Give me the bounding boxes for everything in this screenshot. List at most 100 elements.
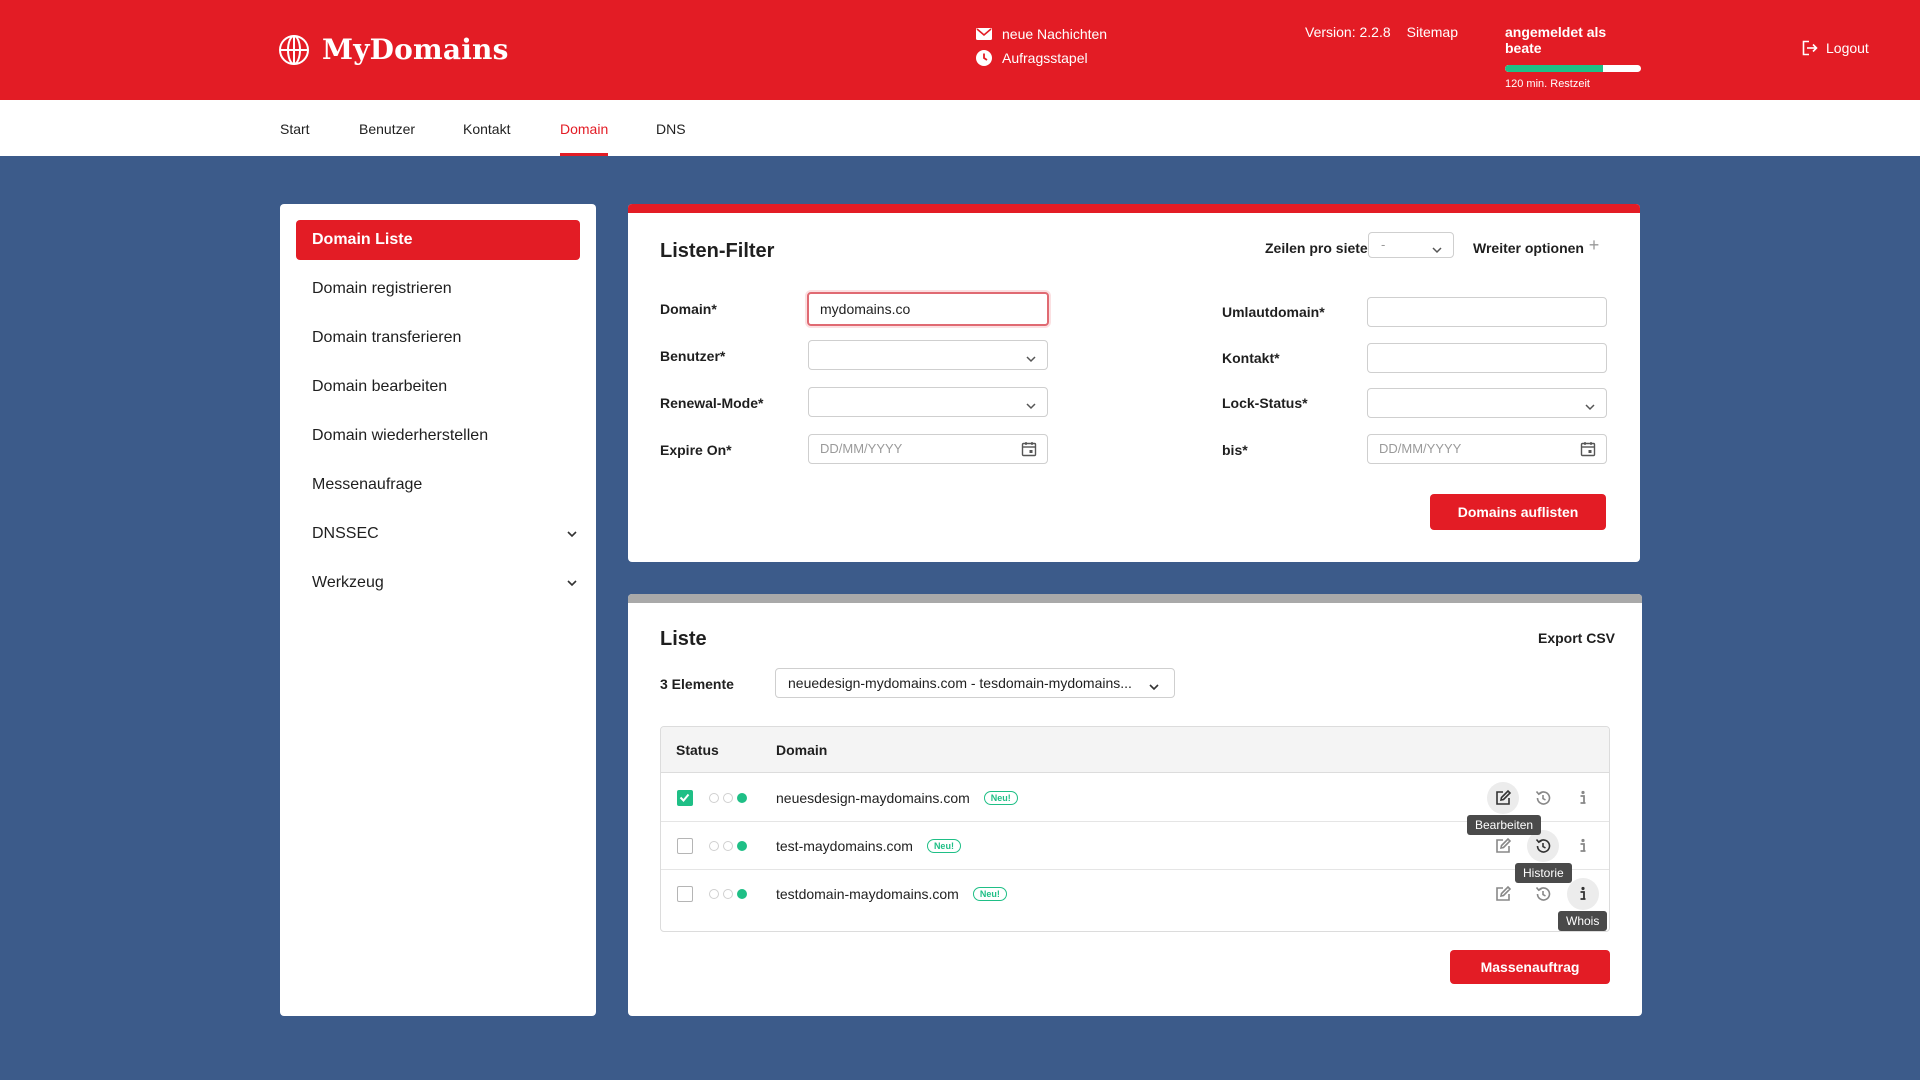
element-count: 3 Elemente [660, 676, 734, 692]
filter-title: Listen-Filter [660, 240, 775, 262]
domain-name-text: neuesdesign-maydomains.com [776, 790, 970, 806]
to-date-input[interactable]: DD/MM/YYYY [1367, 434, 1607, 464]
selection-value: neuedesign-mydomains.com - tesdomain-myd… [788, 675, 1132, 691]
row-checkbox[interactable] [677, 886, 693, 902]
sidebar-item-label: Domain bearbeiten [312, 378, 448, 395]
top-bar: MyDomains neue Nachichten Aufragsstapel … [0, 0, 1920, 100]
table-row: testdomain-maydomains.com Neu! [661, 870, 1609, 918]
domain-name[interactable]: testdomain-maydomains.com Neu! [776, 870, 1007, 918]
sitemap-link[interactable]: Sitemap [1407, 24, 1458, 40]
column-domain[interactable]: Domain [776, 727, 827, 773]
sidebar-item-label: Domain Liste [312, 231, 413, 248]
umlautdomain-input[interactable] [1367, 297, 1607, 327]
main-nav: Start Benutzer Kontakt Domain DNS [0, 100, 1920, 156]
status-dot [709, 793, 719, 803]
nav-dns[interactable]: DNS [656, 100, 686, 156]
sidebar-item-messenaufrage[interactable]: Messenaufrage [296, 465, 580, 505]
chevron-down-icon [1148, 678, 1160, 696]
checkmark-icon [679, 793, 690, 802]
sidebar-item-domain-liste[interactable]: Domain Liste [296, 220, 580, 260]
messages-link[interactable]: neue Nachichten [976, 22, 1107, 46]
logo-text: MyDomains [322, 33, 509, 66]
session-progress-bar [1505, 65, 1641, 72]
logout-button[interactable]: Logout [1802, 40, 1869, 56]
history-button[interactable] [1527, 782, 1559, 814]
chevron-down-icon [1431, 241, 1443, 259]
chevron-down-icon [1025, 397, 1037, 415]
sidebar-item-domain-wiederherstellen[interactable]: Domain wiederherstellen [296, 416, 580, 456]
row-checkbox[interactable] [677, 790, 693, 806]
info-icon [1580, 838, 1586, 852]
export-csv-link[interactable]: Export CSV [1538, 630, 1615, 646]
contact-input[interactable] [1367, 343, 1607, 373]
domain-name-text: testdomain-maydomains.com [776, 886, 959, 902]
list-title: Liste [660, 628, 707, 650]
sidebar-item-label: Domain wiederherstellen [312, 427, 489, 444]
sidebar-item-domain-registrieren[interactable]: Domain registrieren [296, 269, 580, 309]
history-icon [1535, 838, 1551, 853]
edit-button[interactable] [1487, 782, 1519, 814]
session-remaining: 120 min. Restzeit [1505, 78, 1590, 90]
chevron-down-icon [566, 563, 578, 603]
table-header: Status Domain [661, 727, 1609, 773]
sidebar-item-domain-bearbeiten[interactable]: Domain bearbeiten [296, 367, 580, 407]
nav-kontakt[interactable]: Kontakt [463, 100, 510, 156]
column-status[interactable]: Status [676, 727, 719, 773]
messages-label: neue Nachichten [1002, 26, 1108, 42]
domain-input[interactable] [807, 292, 1049, 326]
nav-benutzer[interactable]: Benutzer [359, 100, 415, 156]
nav-start[interactable]: Start [280, 100, 310, 156]
user-label: Benutzer* [660, 348, 726, 364]
expire-on-date-input[interactable]: DD/MM/YYYY [808, 434, 1048, 464]
history-icon [1535, 790, 1551, 805]
chevron-down-icon [1025, 350, 1037, 368]
new-badge: Neu! [926, 839, 961, 854]
clock-icon [976, 50, 992, 66]
plus-icon[interactable]: + [1582, 234, 1606, 258]
domain-name[interactable]: test-maydomains.com Neu! [776, 822, 961, 870]
session-progress-fill [1505, 65, 1603, 72]
domain-name-text: test-maydomains.com [776, 838, 913, 854]
list-domains-button[interactable]: Domains auflisten [1430, 494, 1606, 530]
history-icon [1535, 886, 1551, 901]
new-badge: Neu! [972, 887, 1007, 902]
status-dot [723, 889, 733, 899]
user-session: angemeldet als beate 120 min. Restzeit [1505, 24, 1641, 90]
contact-label: Kontakt* [1222, 350, 1280, 366]
mail-icon [976, 28, 992, 40]
calendar-icon[interactable] [1021, 441, 1037, 462]
more-options-label: Wreiter optionen [1473, 240, 1584, 256]
queue-link[interactable]: Aufragsstapel [976, 46, 1107, 70]
whois-button[interactable] [1567, 782, 1599, 814]
row-checkbox[interactable] [677, 838, 693, 854]
whois-button[interactable] [1567, 830, 1599, 862]
new-badge: Neu! [983, 791, 1018, 806]
domain-name[interactable]: neuesdesign-maydomains.com Neu! [776, 774, 1018, 822]
lock-status-select[interactable] [1367, 388, 1607, 418]
status-dot-active [737, 841, 747, 851]
selection-dropdown[interactable]: neuedesign-mydomains.com - tesdomain-myd… [775, 668, 1175, 698]
sidebar-item-label: DNSSEC [312, 525, 379, 542]
status-dot [723, 841, 733, 851]
sidebar-item-label: Messenaufrage [312, 476, 423, 493]
edit-button[interactable] [1487, 878, 1519, 910]
info-icon [1580, 790, 1586, 804]
expire-on-label: Expire On* [660, 442, 732, 458]
card-accent-line [628, 204, 1640, 213]
calendar-icon[interactable] [1580, 441, 1596, 462]
sidebar-item-werkzeug[interactable]: Werkzeug [296, 563, 580, 603]
whois-button[interactable] [1567, 878, 1599, 910]
logo[interactable]: MyDomains [278, 33, 509, 66]
sidebar-item-domain-transferieren[interactable]: Domain transferieren [296, 318, 580, 358]
notifications: neue Nachichten Aufragsstapel [976, 22, 1107, 70]
user-select[interactable] [808, 340, 1048, 370]
user-label: angemeldet als beate [1505, 24, 1607, 56]
rows-per-page-select[interactable]: - [1368, 232, 1454, 258]
rows-per-page-label: Zeilen pro siete [1265, 240, 1368, 256]
chevron-down-icon [1584, 398, 1596, 416]
mass-action-button[interactable]: Massenauftrag [1450, 950, 1610, 984]
sidebar-item-dnssec[interactable]: DNSSEC [296, 514, 580, 554]
to-date-label: bis* [1222, 442, 1248, 458]
nav-domain[interactable]: Domain [560, 100, 609, 156]
renewal-mode-select[interactable] [808, 387, 1048, 417]
